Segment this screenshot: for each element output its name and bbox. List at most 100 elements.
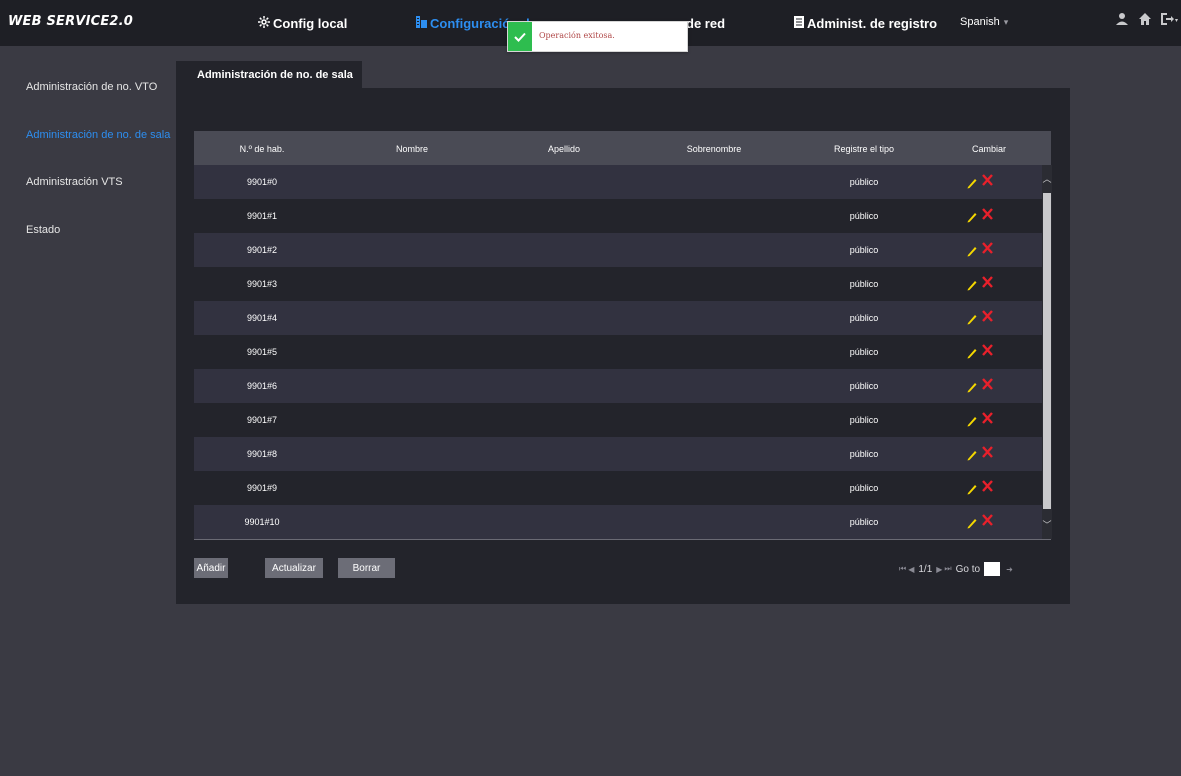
logout-icon[interactable]: ▾	[1160, 12, 1178, 30]
first-page-icon[interactable]: ⏮	[899, 564, 906, 574]
nav-registro[interactable]: Administ. de registro	[794, 14, 937, 32]
delete-icon[interactable]	[982, 514, 994, 528]
edit-icon[interactable]	[966, 380, 978, 393]
home-icon[interactable]	[1139, 12, 1155, 30]
table-row: 9901#0 público	[194, 165, 1042, 199]
delete-icon[interactable]	[982, 378, 994, 392]
next-page-icon[interactable]: ▶	[936, 565, 942, 574]
column-header: Sobrenombre	[686, 144, 742, 154]
edit-icon[interactable]	[966, 210, 978, 223]
nav-network-label: de red	[686, 15, 726, 31]
table-cell-room: 9901#9	[246, 483, 278, 493]
goto-label: Go to	[955, 563, 981, 575]
table-cell-room: 9901#8	[246, 449, 278, 459]
goto-input[interactable]	[984, 562, 1001, 576]
table-cell-type: público	[849, 177, 879, 187]
nav-config-local-label: Config local	[273, 15, 348, 31]
table-cell-type: público	[849, 211, 879, 221]
table-cell-type: público	[849, 517, 879, 527]
delete-icon[interactable]	[982, 242, 994, 256]
table-body: 9901#0 público 9901#1 público 9901#2 público 9…	[194, 165, 1042, 539]
table-cell-room: 9901#6	[246, 381, 278, 391]
table-cell-type: público	[849, 279, 879, 289]
chevron-down-icon: ▾	[1003, 17, 1009, 27]
toast-message: Operación exitosa.	[539, 31, 615, 40]
user-icon[interactable]	[1116, 12, 1132, 30]
edit-icon[interactable]	[966, 312, 978, 325]
prev-page-icon[interactable]: ◀	[908, 565, 914, 574]
scroll-thumb[interactable]	[1043, 193, 1051, 509]
delete-icon[interactable]	[982, 276, 994, 290]
table-cell-room: 9901#2	[246, 245, 278, 255]
table-cell-type: público	[849, 347, 879, 357]
table-row: 9901#1 público	[194, 199, 1042, 233]
table-scrollbar[interactable]: ︿ ﹀	[1042, 165, 1052, 539]
edit-icon[interactable]	[966, 244, 978, 257]
table-row: 9901#9 público	[194, 471, 1042, 505]
pagination: ⏮ ◀ 1/1 ▶ ⏭ Go to ➜	[898, 562, 1013, 576]
sidebar-item-vts[interactable]: Administración VTS	[26, 176, 123, 188]
edit-icon[interactable]	[966, 448, 978, 461]
table-cell-room: 9901#5	[246, 347, 278, 357]
nav-config-local[interactable]: Config local	[258, 14, 347, 32]
delete-icon[interactable]	[982, 310, 994, 324]
delete-icon[interactable]	[982, 344, 994, 358]
table-cell-type: público	[849, 381, 879, 391]
scroll-up-icon[interactable]: ︿	[1042, 173, 1052, 185]
table-cell-room: 9901#4	[246, 313, 278, 323]
scroll-down-icon[interactable]: ﹀	[1042, 519, 1052, 531]
table-cell-room: 9901#0	[246, 177, 278, 187]
table-cell-type: público	[849, 313, 879, 323]
table-cell-room: 9901#1	[246, 211, 278, 221]
column-header: Nombre	[395, 144, 429, 154]
table-row: 9901#8 público	[194, 437, 1042, 471]
delete-icon[interactable]	[982, 412, 994, 426]
page-info: 1/1	[918, 563, 933, 575]
tab-sala[interactable]: Administración de no. de sala	[176, 61, 362, 88]
delete-icon[interactable]	[982, 480, 994, 494]
delete-icon[interactable]	[982, 208, 994, 222]
column-header: N.º de hab.	[239, 144, 285, 154]
table-header: N.º de hab. Nombre Apellido Sobrenombre …	[194, 131, 1051, 165]
language-select[interactable]: Spanish ▾	[960, 16, 1008, 28]
edit-icon[interactable]	[966, 346, 978, 359]
table-cell-type: público	[849, 415, 879, 425]
edit-icon[interactable]	[966, 176, 978, 189]
gear-icon	[258, 15, 270, 31]
building-icon	[416, 15, 427, 31]
svg-text:▾: ▾	[1175, 18, 1178, 24]
sidebar-item-estado[interactable]: Estado	[26, 224, 60, 236]
edit-icon[interactable]	[966, 414, 978, 427]
last-page-icon[interactable]: ⏭	[944, 564, 951, 574]
document-icon	[794, 15, 804, 31]
table-cell-type: público	[849, 245, 879, 255]
table-row: 9901#6 público	[194, 369, 1042, 403]
sidebar: Administración de no. VTO Administración…	[0, 46, 176, 776]
edit-icon[interactable]	[966, 482, 978, 495]
success-toast: Operación exitosa.	[507, 21, 688, 52]
table-divider	[194, 539, 1051, 540]
go-arrow-icon[interactable]: ➜	[1006, 565, 1013, 574]
table-cell-type: público	[849, 483, 879, 493]
column-header: Apellido	[547, 144, 581, 154]
edit-icon[interactable]	[966, 278, 978, 291]
table-row: 9901#3 público	[194, 267, 1042, 301]
table-cell-type: público	[849, 449, 879, 459]
sidebar-item-vto[interactable]: Administración de no. VTO	[26, 81, 157, 93]
delete-button[interactable]: Borrar	[338, 558, 395, 578]
edit-icon[interactable]	[966, 516, 978, 529]
delete-icon[interactable]	[982, 174, 994, 188]
table-cell-room: 9901#7	[246, 415, 278, 425]
refresh-button[interactable]: Actualizar	[265, 558, 323, 578]
delete-icon[interactable]	[982, 446, 994, 460]
sidebar-item-sala[interactable]: Administración de no. de sala	[26, 129, 170, 141]
app-logo: WEB SERVICE2.0	[8, 14, 134, 29]
table-row: 9901#4 público	[194, 301, 1042, 335]
add-button[interactable]: Añadir	[194, 558, 228, 578]
table-row: 9901#5 público	[194, 335, 1042, 369]
nav-network[interactable]: de red	[686, 14, 725, 32]
table-cell-room: 9901#3	[246, 279, 278, 289]
table-row: 9901#10 público	[194, 505, 1042, 539]
main-panel: N.º de hab. Nombre Apellido Sobrenombre …	[176, 88, 1070, 604]
nav-registro-label: Administ. de registro	[807, 15, 938, 31]
